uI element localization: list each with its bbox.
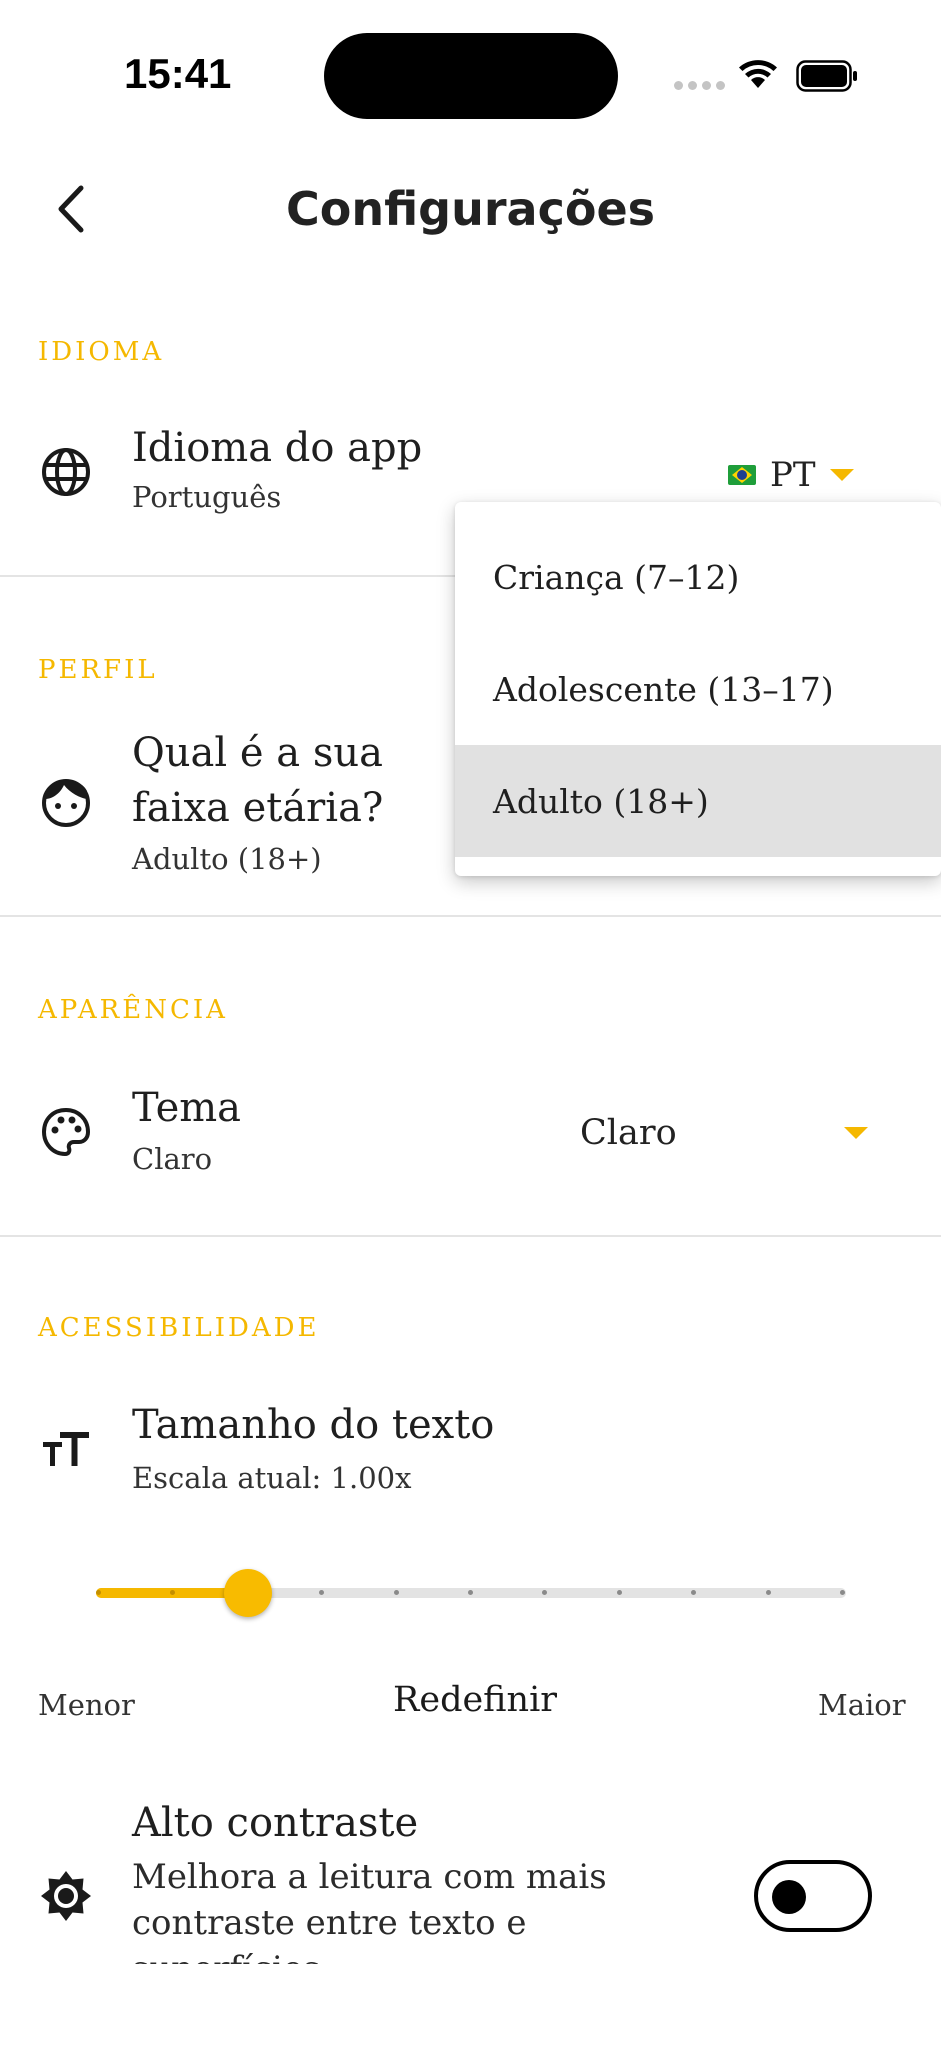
theme-select[interactable]: Claro: [580, 1105, 880, 1161]
dynamic-island: [324, 33, 618, 119]
wifi-icon: [738, 58, 778, 94]
brazil-flag-icon: [728, 465, 756, 485]
page-title: Configurações: [285, 182, 656, 236]
larger-label: Maior: [818, 1688, 906, 1722]
high-contrast-description-container: Melhora a leitura com mais contraste ent…: [132, 1854, 652, 1964]
dropdown-option-teen[interactable]: Adolescente (13–17): [455, 633, 941, 745]
divider: [0, 1235, 941, 1237]
language-select[interactable]: PT: [728, 450, 872, 500]
profile-title-line2: faixa etária?: [132, 785, 384, 831]
face-icon: [38, 775, 94, 831]
theme-select-value: Claro: [580, 1113, 677, 1153]
section-label-profile: PERFIL: [38, 655, 158, 685]
text-size-scale: Escala atual: 1.00x: [132, 1461, 412, 1495]
divider: [0, 915, 941, 917]
dropdown-option-child[interactable]: Criança (7–12): [455, 521, 941, 633]
slider-step-dot: [96, 1590, 101, 1595]
battery-icon: [796, 60, 858, 96]
caret-down-icon: [844, 1127, 868, 1139]
high-contrast-toggle[interactable]: [754, 1860, 872, 1932]
cellular-signal-icon: [674, 81, 725, 90]
dropdown-option-adult[interactable]: Adulto (18+): [455, 745, 941, 857]
section-label-appearance: APARÊNCIA: [38, 995, 228, 1025]
slider-step-dot: [765, 1590, 771, 1595]
smaller-label: Menor: [38, 1688, 135, 1722]
globe-icon: [38, 444, 94, 500]
slider-step-dot: [840, 1590, 845, 1595]
brightness-icon: [38, 1868, 94, 1924]
age-range-dropdown: Criança (7–12) Adolescente (13–17) Adult…: [455, 502, 941, 876]
language-title: Idioma do app: [132, 425, 423, 471]
high-contrast-description: Melhora a leitura com mais contraste ent…: [132, 1857, 607, 1964]
theme-title: Tema: [132, 1085, 242, 1131]
slider-step-dot: [393, 1590, 399, 1595]
section-label-accessibility: ACESSIBILIDADE: [38, 1313, 320, 1343]
profile-title-line1: Qual é a sua: [132, 730, 383, 776]
toggle-knob: [772, 1880, 806, 1914]
caret-down-icon: [829, 469, 854, 481]
high-contrast-title: Alto contraste: [132, 1800, 419, 1846]
slider-step-dot: [468, 1590, 473, 1595]
profile-value: Adulto (18+): [132, 842, 322, 876]
status-time: 15:41: [124, 50, 232, 97]
reset-button[interactable]: Redefinir: [380, 1680, 570, 1720]
text-size-title: Tamanho do texto: [132, 1402, 495, 1448]
section-label-language: IDIOMA: [38, 337, 165, 367]
palette-icon: [38, 1104, 94, 1160]
language-code: PT: [770, 455, 816, 495]
theme-value: Claro: [132, 1142, 213, 1176]
language-value: Português: [132, 480, 282, 514]
slider-step-dot: [616, 1590, 622, 1595]
text-size-icon: [38, 1420, 94, 1476]
text-size-slider-thumb[interactable]: [224, 1569, 272, 1617]
